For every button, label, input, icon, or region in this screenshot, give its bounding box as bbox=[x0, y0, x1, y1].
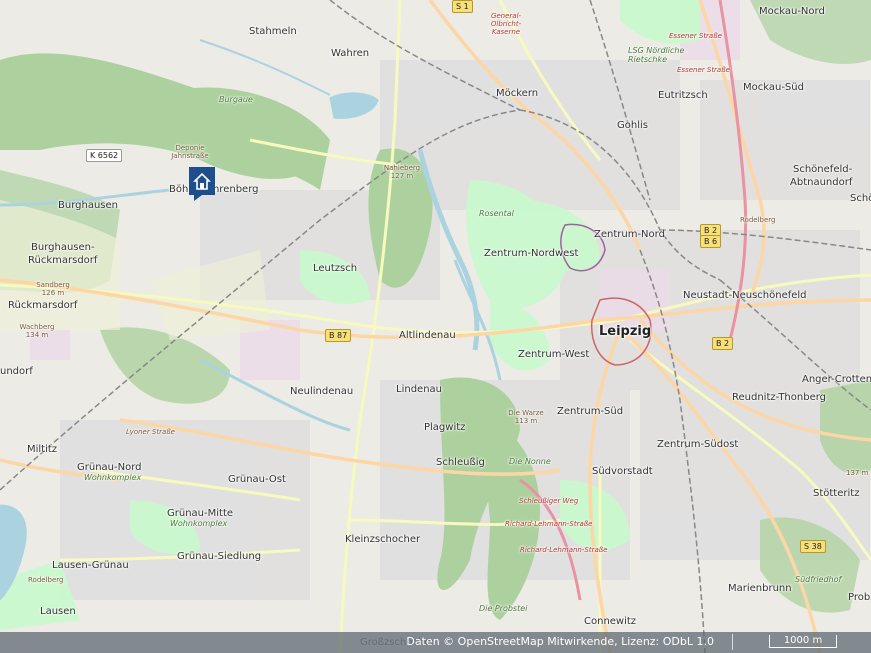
map-canvas[interactable]: Stahmeln Wahren Möckern Eutritzsch Mocka… bbox=[0, 0, 871, 653]
footer-divider bbox=[732, 634, 733, 650]
map-footer: Daten © OpenStreetMap Mitwirkende, Lizen… bbox=[0, 632, 871, 653]
road-shield-k6562: K 6562 bbox=[86, 149, 123, 162]
scale-bar: 1000 m bbox=[769, 635, 837, 648]
road-shield-s1: S 1 bbox=[452, 0, 473, 13]
road-shield-b6: B 6 bbox=[700, 235, 722, 248]
attribution-text[interactable]: Daten © OpenStreetMap Mitwirkende, Lizen… bbox=[406, 635, 714, 648]
road-shield-b87: B 87 bbox=[325, 329, 352, 342]
road-shield-b2-south: B 2 bbox=[712, 337, 734, 350]
home-marker[interactable] bbox=[189, 167, 215, 201]
home-icon bbox=[189, 167, 215, 201]
map-tiles bbox=[0, 0, 871, 653]
road-shield-s38: S 38 bbox=[800, 540, 826, 553]
